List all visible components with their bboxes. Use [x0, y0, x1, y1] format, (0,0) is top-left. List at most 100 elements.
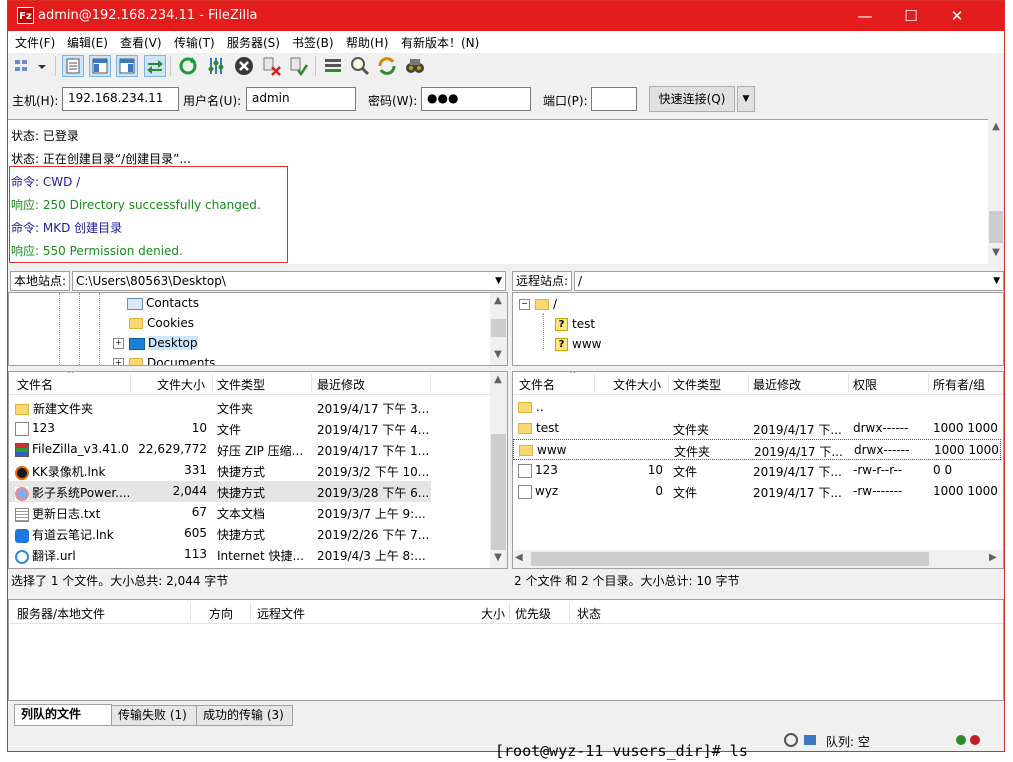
remote-path-combo[interactable]: / ▼ [574, 271, 1004, 291]
local-tree-scrollbar[interactable]: ▲ ▼ [490, 293, 507, 365]
chevron-down-icon[interactable]: ▼ [495, 272, 502, 290]
column-separator[interactable] [212, 374, 213, 392]
scroll-down-icon[interactable]: ▼ [988, 247, 1004, 258]
password-input[interactable]: ●●● [421, 87, 531, 111]
column-header-size[interactable]: 文件大小 [613, 376, 661, 393]
scrollbar-thumb[interactable] [491, 319, 506, 337]
table-row[interactable]: 123 10 文件 2019/4/17 下... -rw-r--r-- 0 0 [513, 460, 1003, 481]
tree-item-desktop[interactable]: + Desktop [113, 336, 198, 350]
search-remote-files-icon[interactable] [404, 55, 426, 77]
chevron-down-icon[interactable]: ▼ [993, 272, 1000, 290]
column-separator[interactable] [190, 603, 191, 621]
expand-icon[interactable]: + [113, 338, 124, 349]
table-row[interactable]: FileZilla_v3.41.0.... 22,629,772 好压 ZIP … [9, 439, 489, 460]
column-header-priority[interactable]: 优先级 [515, 605, 551, 622]
menu-edit[interactable]: 编辑(E) [67, 34, 108, 51]
column-separator[interactable] [130, 374, 131, 392]
scroll-right-icon[interactable]: ▶ [989, 552, 997, 563]
column-header-type[interactable]: 文件类型 [673, 376, 721, 393]
scrollbar-thumb[interactable] [491, 434, 506, 550]
table-row[interactable]: 新建文件夹 文件夹 2019/4/17 下午 3... [9, 397, 489, 418]
menu-help[interactable]: 帮助(H) [346, 34, 388, 51]
column-header-modified[interactable]: 最近修改 [753, 376, 801, 393]
tree-item-root[interactable]: − / [519, 297, 557, 311]
column-header-modified[interactable]: 最近修改 [317, 376, 365, 393]
column-separator[interactable] [430, 374, 431, 392]
menu-view[interactable]: 查看(V) [120, 34, 162, 51]
column-header-remote-file[interactable]: 远程文件 [257, 605, 305, 622]
table-row-selected[interactable]: 影子系统Power.... 2,044 快捷方式 2019/3/28 下午 6.… [9, 481, 431, 502]
title-bar[interactable]: Fz admin@192.168.234.11 - FileZilla — ☐ … [8, 1, 1004, 31]
scroll-up-icon[interactable]: ▲ [490, 374, 506, 385]
column-header-filename[interactable]: 文件名 [17, 376, 53, 393]
column-separator[interactable] [594, 374, 595, 392]
table-row[interactable]: test 文件夹 2019/4/17 下... drwx------ 1000 … [513, 418, 1003, 439]
tree-item-test[interactable]: ? test [555, 317, 595, 331]
column-header-server-local-file[interactable]: 服务器/本地文件 [17, 605, 105, 622]
tab-failed-transfers[interactable]: 传输失败 (1) [111, 705, 197, 726]
column-header-filename[interactable]: 文件名 [519, 376, 555, 393]
table-row[interactable]: 123 10 文件 2019/4/17 下午 4... [9, 418, 489, 439]
table-row[interactable]: wyz 0 文件 2019/4/17 下... -rw------- 1000 … [513, 481, 1003, 502]
maximize-button[interactable]: ☐ [888, 1, 934, 31]
table-row[interactable]: 翻译.url 113 Internet 快捷... 2019/4/3 上午 8:… [9, 544, 489, 565]
site-manager-icon[interactable] [12, 55, 34, 77]
username-input[interactable]: admin [246, 87, 356, 111]
column-separator[interactable] [311, 374, 312, 392]
local-path-combo[interactable]: C:\Users\80563\Desktop\ ▼ [72, 271, 506, 291]
directory-comparison-icon[interactable] [349, 55, 371, 77]
tree-item-contacts[interactable]: Contacts [127, 296, 199, 310]
table-row[interactable]: 有道云笔记.lnk 605 快捷方式 2019/2/26 下午 7... [9, 523, 489, 544]
toggle-remote-tree-icon[interactable] [116, 55, 138, 77]
log-scrollbar[interactable]: ▲ ▼ [988, 119, 1004, 263]
toggle-transfer-queue-icon[interactable] [144, 55, 166, 77]
expand-icon[interactable]: + [113, 358, 124, 365]
column-separator[interactable] [569, 603, 570, 621]
tab-successful-transfers[interactable]: 成功的传输 (3) [196, 705, 293, 726]
column-header-direction[interactable]: 方向 [209, 605, 233, 622]
scrollbar-thumb[interactable] [989, 211, 1003, 243]
column-header-permissions[interactable]: 权限 [853, 376, 877, 393]
scroll-down-icon[interactable]: ▼ [490, 552, 506, 563]
collapse-icon[interactable]: − [519, 299, 530, 310]
column-separator[interactable] [250, 603, 251, 621]
menu-file[interactable]: 文件(F) [15, 34, 55, 51]
menu-new-version[interactable]: 有新版本！(N) [401, 34, 479, 51]
column-header-size[interactable]: 文件大小 [157, 376, 205, 393]
scroll-up-icon[interactable]: ▲ [490, 295, 506, 306]
scroll-down-icon[interactable]: ▼ [490, 349, 506, 360]
toggle-message-log-icon[interactable] [62, 55, 84, 77]
menu-server[interactable]: 服务器(S) [227, 34, 280, 51]
minimize-button[interactable]: — [842, 1, 888, 31]
column-header-size[interactable]: 大小 [481, 605, 505, 622]
refresh-icon[interactable] [177, 55, 199, 77]
host-input[interactable]: 192.168.234.11 [62, 87, 179, 111]
port-input[interactable] [591, 87, 637, 111]
cancel-operation-icon[interactable] [233, 55, 255, 77]
remote-list-hscrollbar[interactable]: ◀ ▶ [513, 550, 1003, 568]
column-separator[interactable] [668, 374, 669, 392]
table-row[interactable]: KK录像机.lnk 331 快捷方式 2019/3/2 下午 10... [9, 460, 489, 481]
site-manager-dropdown-icon[interactable] [34, 55, 50, 77]
toggle-local-tree-icon[interactable] [89, 55, 111, 77]
column-separator[interactable] [848, 374, 849, 392]
column-header-type[interactable]: 文件类型 [217, 376, 265, 393]
speed-limit-icon[interactable] [784, 733, 798, 747]
table-row[interactable]: .. [513, 397, 1003, 418]
tree-item-documents[interactable]: + Documents [113, 356, 215, 365]
quickconnect-dropdown-button[interactable]: ▼ [737, 86, 755, 112]
directory-listing-filter-icon[interactable] [322, 55, 344, 77]
column-header-owner[interactable]: 所有者/组 [933, 376, 985, 393]
tree-item-www[interactable]: ? www [555, 337, 601, 351]
table-row-focused[interactable]: www 文件夹 2019/4/17 下... drwx------ 1000 1… [513, 439, 1001, 460]
scroll-left-icon[interactable]: ◀ [515, 552, 523, 563]
reconnect-icon[interactable] [288, 55, 310, 77]
scroll-up-icon[interactable]: ▲ [988, 121, 1004, 132]
column-separator[interactable] [509, 603, 510, 621]
process-queue-icon[interactable] [205, 55, 227, 77]
tab-queued-files[interactable]: 列队的文件 [14, 704, 112, 726]
menu-bookmarks[interactable]: 书签(B) [292, 34, 334, 51]
close-button[interactable]: ✕ [934, 1, 980, 31]
table-row[interactable]: 更新日志.txt 67 文本文档 2019/3/7 上午 9:... [9, 502, 489, 523]
tree-item-cookies[interactable]: Cookies [129, 316, 194, 330]
